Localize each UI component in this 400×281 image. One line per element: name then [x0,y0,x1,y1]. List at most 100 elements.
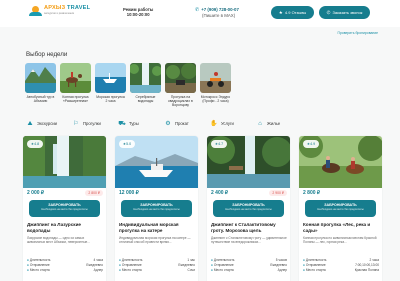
tour-title[interactable]: Джиппинг к Сталактитовому гроту. Морозов… [211,222,287,233]
page: АРХЫЗ TRAVEL экскурсии и развлечения Реж… [0,0,400,281]
logo-name-b: TRAVEL [67,5,91,12]
bus-icon: ⛟ [118,120,126,127]
meta-key: Длительность [305,258,327,262]
bike-icon: ⚙ [165,120,171,127]
tour-meta: ● Длительность 1 час ● Отправление Ежедневн… [119,258,195,273]
tour-title[interactable]: Конная прогулка «Лес, река и сады» [303,222,379,233]
book-button-note: Необходимо на месте без предоплаты [225,208,272,211]
week-item-image [60,63,91,93]
logo-name-a: АРХЫЗ [44,5,66,12]
meta-value: Адлер [277,267,287,272]
week-item[interactable]: Мотокросс Эндуро (Профи - 2 часа) [200,63,231,107]
meta-row: ● Место старта Красная Поляна [303,268,379,273]
tour-image[interactable]: ★ 4.8 [23,136,106,188]
week-item[interactable]: Морская прогулка 2 часа [95,63,126,107]
tour-meta: ● Длительность 5 часов ● Отправление Ежедне… [211,258,287,273]
call-button-label: Заказать звонок [332,10,363,15]
week-item-image [95,63,126,93]
phone-icon: ✆ [195,7,200,13]
site-header: АРХЫЗ TRAVEL экскурсии и развлечения Реж… [0,0,400,27]
rating-badge: ★ 4.9 [303,140,319,148]
price-row: 2 800 ₽ [303,190,379,196]
book-button[interactable]: ЗАБРОНИРОВАТЬ Необходимо на месте без пре… [305,200,376,217]
filter-1[interactable]: ⛰ Экскурсии [26,120,72,128]
book-button-note: Необходимо на месте без предоплаты [133,208,180,211]
book-button-note: Необходимо на месте без предоплаты [317,208,364,211]
meta-row: ● Место старта Сочи [119,268,195,273]
meta-key: Длительность [121,258,143,262]
tour-card[interactable]: ★ 4.7 2 400 ₽ 2 900 ₽ ЗАБРОНИРОВАТЬ Необходи… [207,136,290,281]
book-button-note: Необходимо на месте без предоплаты [41,208,88,211]
tour-title[interactable]: Джиппинг на Лазурские водопады [27,222,103,233]
logo[interactable]: АРХЫЗ TRAVEL экскурсии и развлечения [29,6,90,16]
week-item-label: Мотокросс Эндуро (Профи - 2 часа) [200,95,231,104]
meta-row: ● Место старта Адлер [211,268,287,273]
tour-description: Джиппинг к Сталактитовому гроту — удивит… [211,236,287,245]
check-booking-link[interactable]: Проверить бронирование [338,31,378,35]
filter-label: Туры [129,121,139,126]
tour-image[interactable]: ★ 5.0 [115,136,198,188]
meta-key: Длительность [29,258,51,262]
week-item-label: Прогулка на квадроциклах в Воронцову [168,95,193,108]
book-button-label: ЗАБРОНИРОВАТЬ [48,203,81,207]
week-item-image [165,63,196,93]
tour-meta: ● Длительность 4 часа ● Отправление Ежеднев… [27,258,103,273]
week-item-label: Конная прогулка «Расширенная» [62,95,89,104]
reviews-button-label: 4.9 Отзывы [284,10,307,15]
house-icon: ⌂ [258,120,262,127]
book-button[interactable]: ЗАБРОНИРОВАТЬ Необходимо на месте без пре… [29,200,100,217]
hours-value: 10:00-20:00 [126,12,150,18]
filter-2[interactable]: ⚐ Прогулки [72,120,118,128]
star-icon: ★ [278,9,283,15]
week-item[interactable]: Конная прогулка «Расширенная» [60,63,91,107]
week-item-label: Автобусный тур в Абхазию [26,95,55,104]
price: 2 800 ₽ [303,190,321,196]
price-row: 2 000 ₽ 2 800 ₽ [27,190,103,196]
walk-icon: ⚐ [73,120,79,127]
meta-key: Место старта [305,267,326,272]
meta-key: Отправление [29,262,50,267]
call-request-button[interactable]: ✆ Заказать звонок [319,6,370,19]
reviews-button[interactable]: ★ 4.9 Отзывы [271,6,314,19]
meta-value: Красная Поляна [354,267,379,272]
working-hours: Режим работы 10:00-20:00 [123,7,153,18]
meta-key: Отправление [121,262,142,267]
tour-image[interactable]: ★ 4.9 [299,136,382,188]
filter-5[interactable]: ✋ Услуги [210,120,256,128]
tour-description: Конная прогулка по живописным местам Кра… [303,236,377,245]
price: 2 400 ₽ [211,190,229,196]
filter-label: Услуги [221,121,234,126]
week-item-image [130,63,161,93]
tour-title[interactable]: Индивидуальная морская прогулка на катер… [119,222,195,233]
filter-3[interactable]: ⛟ Туры [118,120,164,128]
week-item[interactable]: Автобусный тур в Абхазию [25,63,56,107]
tour-card-list: ★ 4.8 2 000 ₽2 800 ₽ ЗАБРОНИРОВАТЬ Необходи… [23,136,382,281]
filter-label: Экскурсии [37,121,58,126]
book-button-label: ЗАБРОНИРОВАТЬ [324,203,357,207]
filter-4[interactable]: ⚙ Прокат [164,120,210,128]
phone-block: ✆ +7 (909) 728-00-07 (Пишите в MAX) [195,7,239,18]
week-item-label: Серебряные водопады [135,95,156,104]
filter-label: Прогулки [83,121,101,126]
tour-card[interactable]: ★ 5.0 12 000 ₽ ЗАБРОНИРОВАТЬ Необходимо на … [115,136,198,281]
rating-badge: ★ 4.8 [27,140,43,148]
book-button[interactable]: ЗАБРОНИРОВАТЬ Необходимо на месте без пре… [121,200,192,217]
tour-meta: ● Длительность 2 часа ● Отправление 7:00,10… [303,258,379,273]
week-item[interactable]: Серебряные водопады [130,63,161,107]
meta-key: Длительность [213,258,235,262]
filter-label: Жилье [267,121,281,126]
filter-label: Прокат [175,121,189,126]
week-item[interactable]: Прогулка на квадроциклах в Воронцову [165,63,196,107]
phone-number[interactable]: +7 (909) 728-00-07 [201,7,239,12]
week-list: Автобусный тур в Абхазию Конная прогулка … [25,63,231,107]
tour-image[interactable]: ★ 4.7 [207,136,290,188]
mountain-icon: ⛰ [27,120,33,127]
category-filter-bar: ⛰ Экскурсии ⚐ Прогулки ⛟ Туры ⚙ Прокат ✋ Услуги ⌂ Ж… [26,117,374,130]
meta-key: Место старта [213,267,234,272]
rating-badge: ★ 4.7 [211,140,227,148]
rating-badge: ★ 5.0 [119,140,135,148]
filter-6[interactable]: ⌂ Жилье [256,120,302,128]
book-button[interactable]: ЗАБРОНИРОВАТЬ Необходимо на месте без пре… [213,200,284,217]
tour-card[interactable]: ★ 4.8 2 000 ₽ 2 800 ₽ ЗАБРОНИРОВАТЬ Необходи… [23,136,106,281]
tour-card[interactable]: ★ 4.9 2 800 ₽ ЗАБРОНИРОВАТЬ Необходимо на м… [299,136,382,281]
